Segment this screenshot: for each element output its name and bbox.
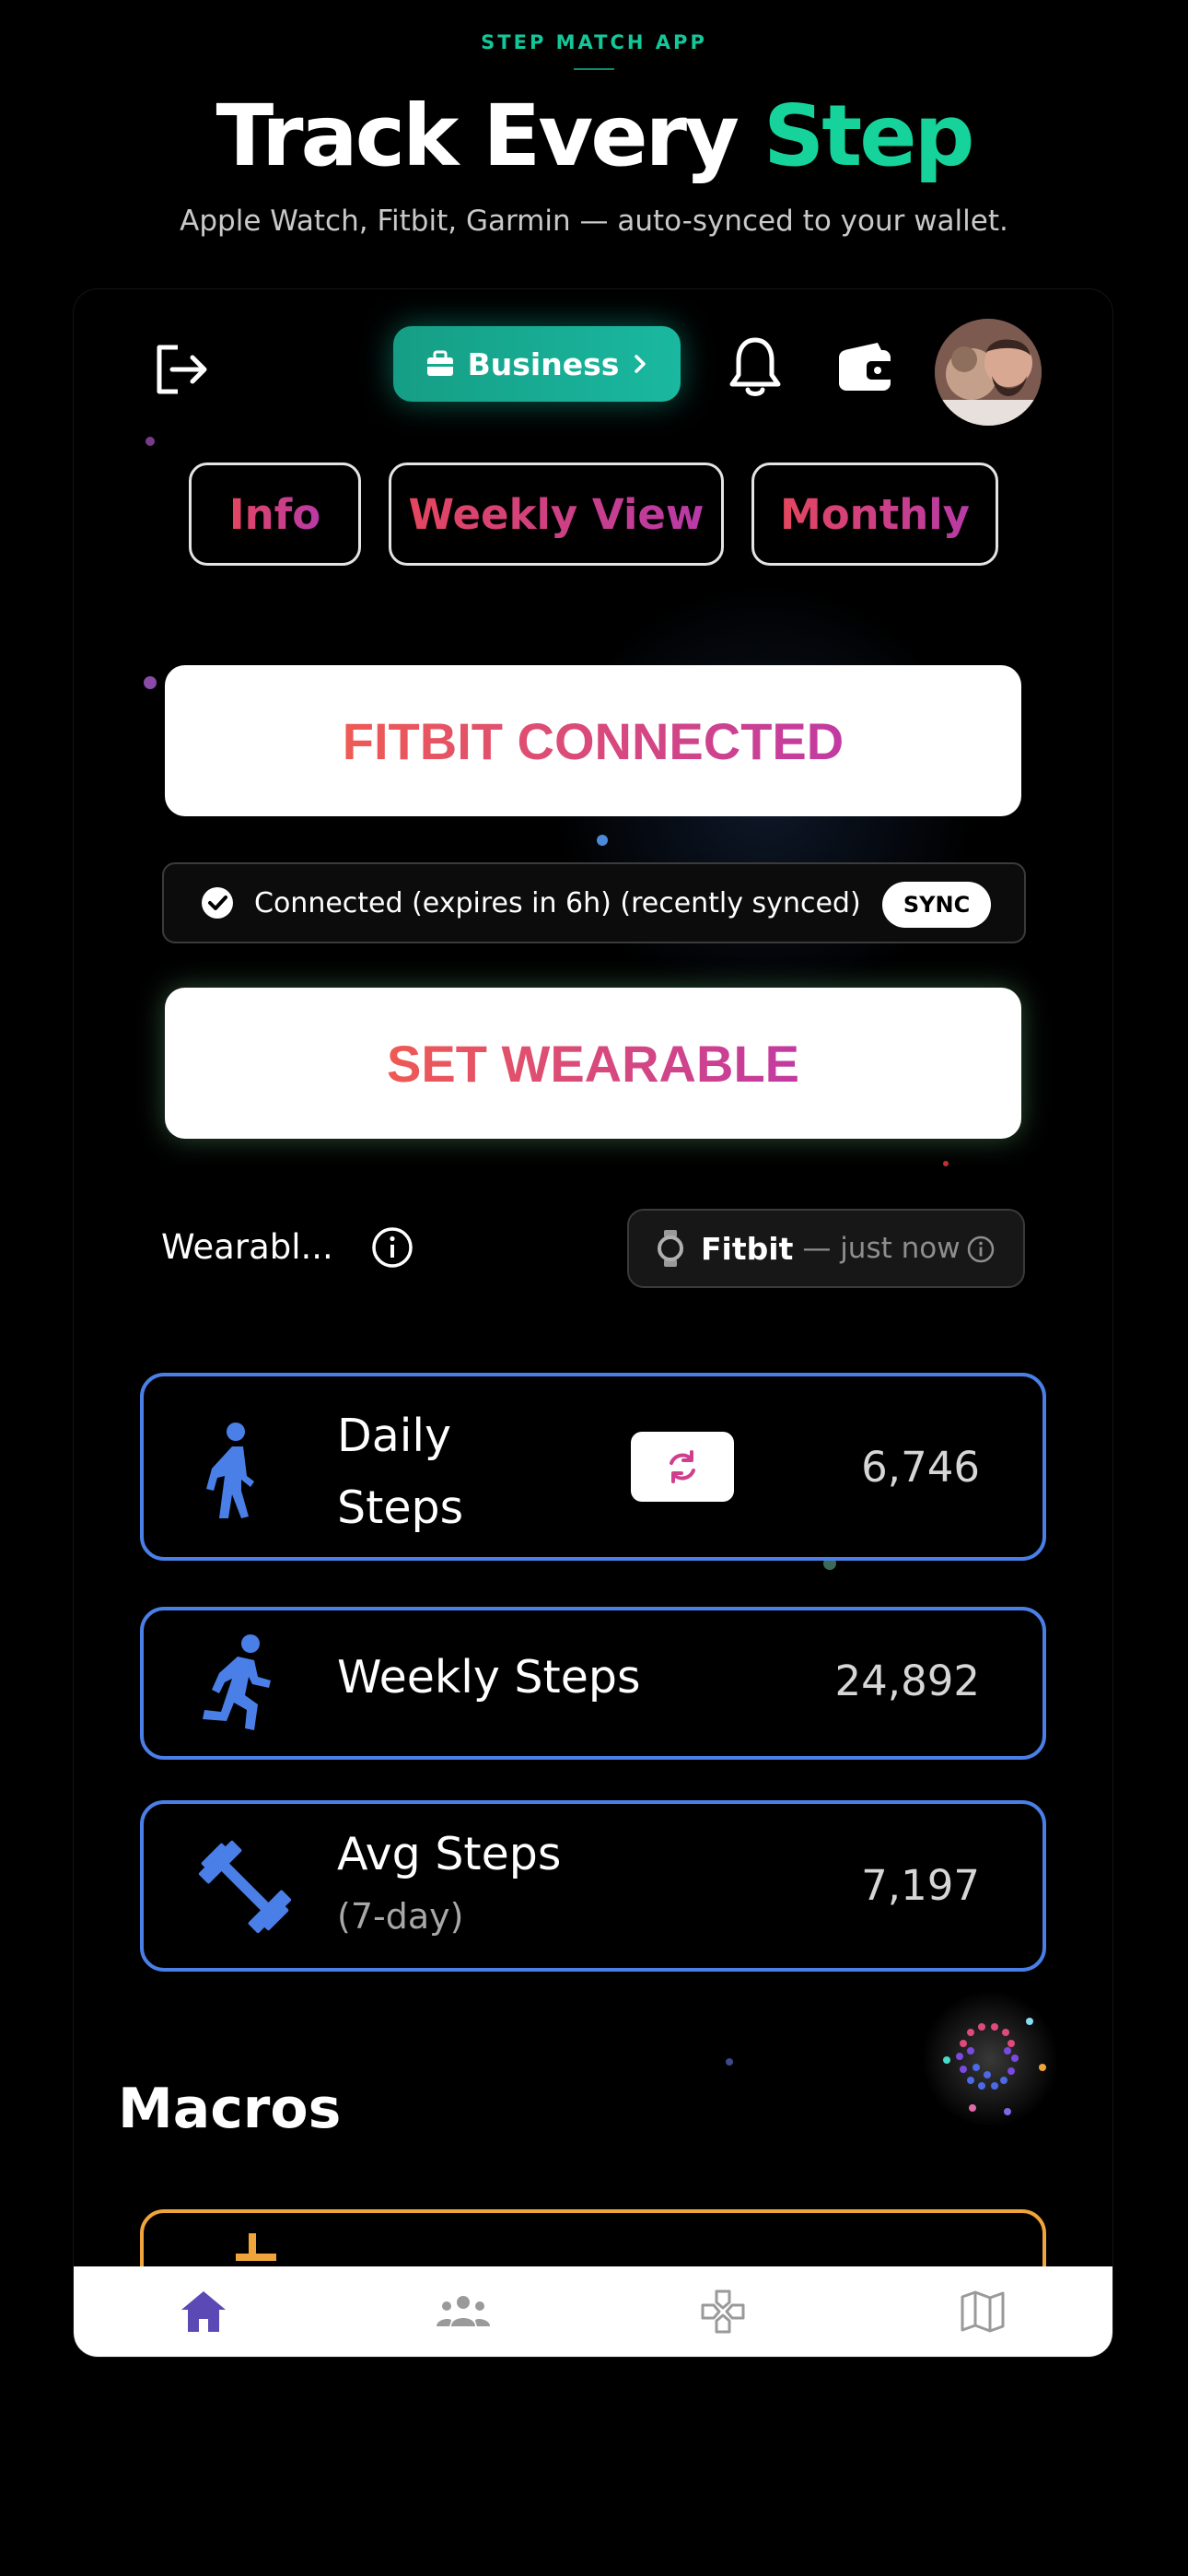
- daily-steps-title-line1: Daily: [337, 1410, 451, 1462]
- notifications-button[interactable]: [718, 330, 792, 404]
- refresh-steps-button[interactable]: [631, 1432, 734, 1502]
- map-icon: [961, 2290, 1005, 2333]
- headline: Track Every Step: [0, 87, 1188, 185]
- logout-icon: [157, 345, 207, 394]
- tab-weekly-view-label: Weekly View: [408, 489, 705, 539]
- wearable-label: Wearabl...: [161, 1227, 333, 1267]
- briefcase-icon: [426, 350, 453, 376]
- daily-steps-value: 6,746: [861, 1443, 980, 1492]
- tab-weekly-view[interactable]: Weekly View: [389, 463, 724, 566]
- weekly-steps-title: Weekly Steps: [337, 1651, 641, 1704]
- nav-games[interactable]: [593, 2266, 853, 2357]
- tab-monthly[interactable]: Monthly: [751, 463, 998, 566]
- wearable-chip[interactable]: Fitbit — just now: [627, 1209, 1025, 1288]
- sync-button[interactable]: SYNC: [882, 882, 991, 928]
- profile-avatar[interactable]: [935, 319, 1042, 426]
- macros-title: Macros: [118, 2077, 342, 2141]
- sparkle: [597, 835, 608, 846]
- wallet-button[interactable]: [829, 330, 903, 404]
- subheadline: Apple Watch, Fitbit, Garmin — auto-synce…: [180, 205, 1008, 238]
- fitbit-connected-label: FITBIT CONNECTED: [342, 711, 844, 770]
- check-circle-icon: [202, 887, 233, 919]
- nav-people[interactable]: [333, 2266, 593, 2357]
- dumbbell-icon: [198, 1840, 292, 1934]
- tab-info-label: Info: [228, 489, 321, 539]
- watch-icon: [658, 1230, 683, 1267]
- tab-monthly-label: Monthly: [779, 489, 971, 539]
- wearable-device-name: Fitbit: [701, 1230, 794, 1267]
- info-icon[interactable]: [370, 1225, 414, 1270]
- avg-steps-card[interactable]: Avg Steps (7-day) 7,197: [140, 1800, 1046, 1972]
- daily-steps-title-line2: Steps: [337, 1481, 464, 1534]
- fitbit-connected-button[interactable]: FITBIT CONNECTED: [165, 665, 1021, 816]
- bell-icon: [729, 337, 781, 396]
- wallet-icon: [839, 343, 894, 391]
- weekly-steps-card[interactable]: Weekly Steps 24,892: [140, 1607, 1046, 1760]
- sparkle-orb-dots: [943, 2018, 1046, 2115]
- status-text: Connected (expires in 6h) (recently sync…: [254, 886, 861, 919]
- headline-main: Track Every: [215, 87, 763, 185]
- eyebrow-divider: [574, 68, 614, 70]
- weekly-steps-value: 24,892: [834, 1657, 980, 1705]
- business-button[interactable]: Business: [393, 326, 681, 402]
- connection-status: Connected (expires in 6h) (recently sync…: [162, 862, 1026, 943]
- avg-steps-title: Avg Steps: [337, 1828, 562, 1880]
- sparkle: [146, 437, 155, 446]
- chevron-right-icon: [635, 355, 646, 373]
- nav-map[interactable]: [853, 2266, 1112, 2357]
- walking-icon: [206, 1423, 254, 1518]
- people-icon: [437, 2296, 490, 2326]
- phone-screen: Business Info Weekly View Monthly FITBIT…: [74, 289, 1112, 2357]
- app-eyebrow: STEP MATCH APP: [481, 31, 707, 53]
- daily-steps-card[interactable]: Daily Steps 6,746: [140, 1373, 1046, 1561]
- headline-accent: Step: [763, 87, 974, 185]
- tab-info[interactable]: Info: [189, 463, 361, 566]
- sparkle: [726, 2058, 733, 2066]
- sparkle: [943, 1161, 949, 1166]
- daily-steps-title: Daily Steps: [337, 1400, 463, 1544]
- business-label: Business: [467, 345, 620, 382]
- gamepad-icon: [701, 2289, 745, 2334]
- refresh-icon: [670, 1450, 695, 1483]
- avg-steps-value: 7,197: [861, 1861, 980, 1910]
- bottom-nav: [74, 2266, 1112, 2357]
- nav-home[interactable]: [74, 2266, 333, 2357]
- info-icon: [967, 1235, 995, 1263]
- wearable-last-sync: — just now: [802, 1232, 961, 1265]
- logout-button[interactable]: [149, 337, 214, 402]
- set-wearable-label: SET WEARABLE: [387, 1034, 799, 1093]
- avg-steps-subtitle: (7-day): [337, 1896, 464, 1937]
- set-wearable-button[interactable]: SET WEARABLE: [165, 988, 1021, 1139]
- home-icon: [181, 2291, 226, 2332]
- sparkle: [144, 676, 157, 689]
- running-icon: [203, 1634, 271, 1730]
- avatar: [935, 319, 1042, 426]
